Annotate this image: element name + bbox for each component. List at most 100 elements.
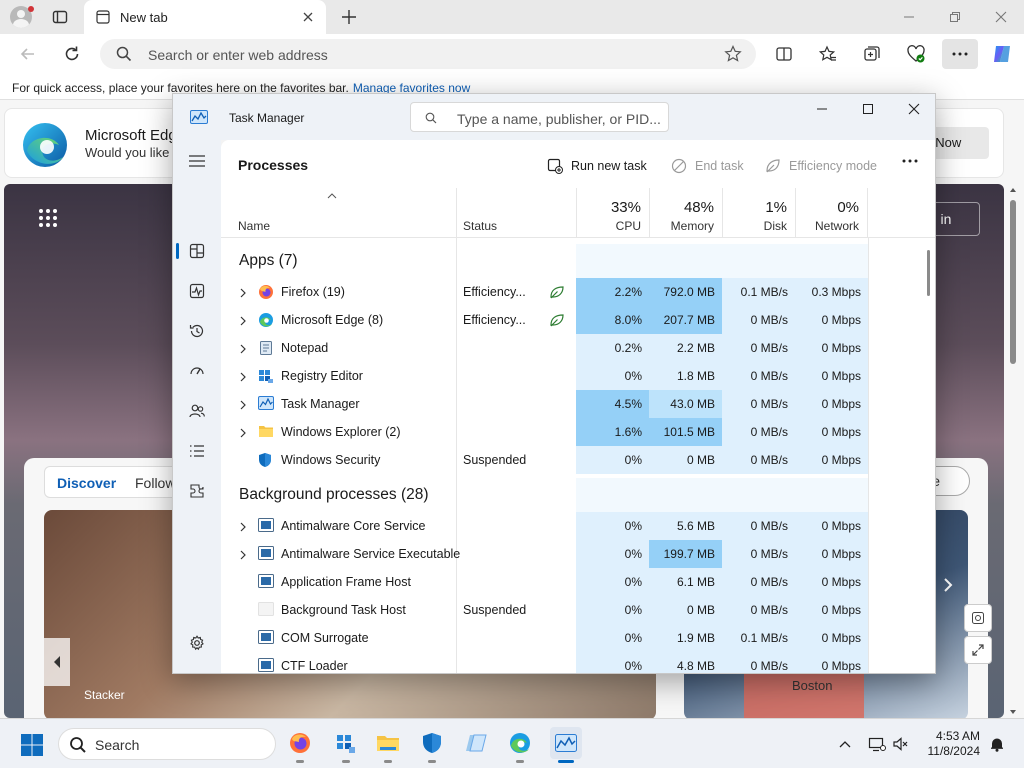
run-new-task-button[interactable]: Run new task	[547, 158, 647, 174]
app-process-row[interactable]: Notepad 0.2% 2.2 MB 0 MB/s 0 Mbps	[221, 334, 921, 362]
browser-restore-button[interactable]	[932, 0, 978, 34]
background-process-row[interactable]: COM Surrogate 0% 1.9 MB 0.1 MB/s 0 Mbps	[221, 624, 921, 652]
background-process-row[interactable]: Application Frame Host 0% 6.1 MB 0 MB/s 0 Mb…	[221, 568, 921, 596]
settings-gear-icon[interactable]	[185, 631, 209, 655]
process-search-input[interactable]: Type a name, publisher, or PID...	[410, 102, 669, 132]
process-status: Suspended	[463, 453, 527, 467]
users-icon[interactable]	[185, 399, 209, 423]
taskbar-windows-security-icon[interactable]	[418, 729, 446, 757]
volume-muted-icon[interactable]	[892, 735, 910, 753]
taskbar: Search 4:53 AM 11/8/2024	[0, 718, 1024, 768]
favorite-star-icon[interactable]	[724, 45, 742, 63]
taskbar-notepad-icon[interactable]	[462, 729, 490, 757]
notification-bell-icon[interactable]	[988, 735, 1006, 753]
background-process-row[interactable]: Antimalware Service Executable 0% 199.7 MB…	[221, 540, 921, 568]
column-cpu[interactable]: 33% CPU	[576, 188, 649, 238]
column-status-label: Status	[463, 219, 498, 233]
more-options-icon[interactable]	[901, 158, 919, 164]
expand-chevron-icon[interactable]	[239, 399, 247, 410]
expand-chevron-icon[interactable]	[239, 371, 247, 382]
search-placeholder: Type a name, publisher, or PID...	[457, 111, 661, 127]
task-manager-app-icon	[190, 110, 208, 124]
app-process-row[interactable]: Firefox (19) Efficiency... 2.2% 792.0 MB 0.1…	[221, 278, 921, 306]
split-screen-icon[interactable]	[772, 42, 796, 66]
app-process-row[interactable]: Task Manager 4.5% 43.0 MB 0 MB/s 0 Mbps	[221, 390, 921, 418]
background-process-row[interactable]: CTF Loader 0% 4.8 MB 0 MB/s 0 Mbps	[221, 652, 921, 673]
network-icon[interactable]	[868, 735, 886, 753]
expand-icon[interactable]	[964, 636, 992, 664]
process-list-scrollbar[interactable]	[927, 250, 930, 296]
windows-start-icon[interactable]	[20, 733, 44, 757]
background-process-row[interactable]: Background Task Host Suspended 0% 0 MB 0 MB/…	[221, 596, 921, 624]
services-icon[interactable]	[185, 479, 209, 503]
taskbar-search[interactable]: Search	[58, 728, 276, 760]
tab-discover[interactable]: Discover	[57, 475, 116, 491]
browser-essentials-icon[interactable]	[904, 42, 928, 66]
maximize-button[interactable]	[845, 94, 891, 124]
taskbar-task-manager-icon[interactable]	[550, 727, 582, 759]
close-button[interactable]	[891, 94, 935, 124]
processes-page: Processes Run new task End task Efficien…	[221, 140, 935, 673]
app-process-row[interactable]: Microsoft Edge (8) Efficiency... 8.0% 207.7…	[221, 306, 921, 334]
tab-new-tab[interactable]: New tab	[84, 0, 326, 34]
tab-actions-icon[interactable]	[52, 9, 68, 25]
startup-apps-icon[interactable]	[185, 359, 209, 383]
page-scrollbar-thumb[interactable]	[1010, 200, 1016, 364]
section-heat-band	[722, 478, 795, 512]
process-name: Application Frame Host	[281, 575, 411, 589]
taskbar-firefox-icon[interactable]	[286, 729, 314, 757]
expand-chevron-icon[interactable]	[239, 549, 247, 560]
carousel-prev-icon[interactable]	[44, 638, 70, 686]
taskbar-registry-editor-icon[interactable]	[332, 729, 360, 757]
favorites-icon[interactable]	[816, 42, 840, 66]
column-disk[interactable]: 1% Disk	[722, 188, 795, 238]
page-scrollbar[interactable]	[1006, 186, 1020, 716]
memory-label: Memory	[670, 219, 714, 233]
app-history-icon[interactable]	[185, 319, 209, 343]
new-tab-button[interactable]	[340, 8, 358, 26]
tab-following[interactable]: Follow	[135, 475, 175, 491]
process-name: Registry Editor	[281, 369, 363, 383]
processes-icon[interactable]	[185, 239, 209, 263]
section-heat-band	[649, 244, 722, 278]
taskbar-file-explorer-icon[interactable]	[374, 729, 402, 757]
column-memory[interactable]: 48% Memory	[649, 188, 722, 238]
expand-chevron-icon[interactable]	[239, 315, 247, 326]
app-launcher-icon[interactable]	[38, 208, 58, 228]
taskbar-edge-icon[interactable]	[506, 729, 534, 757]
minimize-button[interactable]	[799, 94, 845, 124]
browser-close-button[interactable]	[978, 0, 1024, 34]
column-network[interactable]: 0% Network	[795, 188, 868, 238]
show-hidden-icons-icon[interactable]	[836, 735, 854, 753]
expand-chevron-icon[interactable]	[239, 427, 247, 438]
end-task-button[interactable]: End task	[671, 158, 744, 174]
network-value: 0 Mbps	[795, 624, 868, 652]
column-status[interactable]: Status	[456, 188, 576, 238]
close-tab-icon[interactable]	[300, 9, 316, 25]
browser-minimize-button[interactable]	[886, 0, 932, 34]
settings-more-button[interactable]	[942, 39, 978, 69]
memory-value: 792.0 MB	[649, 278, 722, 306]
refresh-icon[interactable]	[60, 42, 84, 66]
carousel-next-icon[interactable]	[938, 570, 958, 600]
address-bar[interactable]: Search or enter web address	[100, 39, 756, 69]
copilot-icon[interactable]	[990, 42, 1014, 66]
collections-icon[interactable]	[860, 42, 884, 66]
hamburger-menu-icon[interactable]	[185, 149, 209, 173]
expand-chevron-icon[interactable]	[239, 343, 247, 354]
expand-chevron-icon[interactable]	[239, 521, 247, 532]
process-status: Suspended	[463, 603, 527, 617]
taskbar-clock[interactable]: 4:53 AM 11/8/2024	[918, 729, 981, 759]
column-name[interactable]: Name	[238, 219, 270, 233]
details-icon[interactable]	[185, 439, 209, 463]
efficiency-mode-button[interactable]: Efficiency mode	[765, 158, 877, 174]
expand-chevron-icon[interactable]	[239, 287, 247, 298]
app-process-row[interactable]: Windows Security Suspended 0% 0 MB 0 MB/s 0 M…	[221, 446, 921, 474]
app-process-row[interactable]: Registry Editor 0% 1.8 MB 0 MB/s 0 Mbps	[221, 362, 921, 390]
performance-icon[interactable]	[185, 279, 209, 303]
app-process-row[interactable]: Windows Explorer (2) 1.6% 101.5 MB 0 MB/s 0 …	[221, 418, 921, 446]
background-process-row[interactable]: Antimalware Core Service 0% 5.6 MB 0 MB/s 0 …	[221, 512, 921, 540]
image-search-icon[interactable]	[964, 604, 992, 632]
back-arrow-icon[interactable]	[16, 42, 40, 66]
browser-tab-strip: New tab	[0, 0, 1024, 34]
